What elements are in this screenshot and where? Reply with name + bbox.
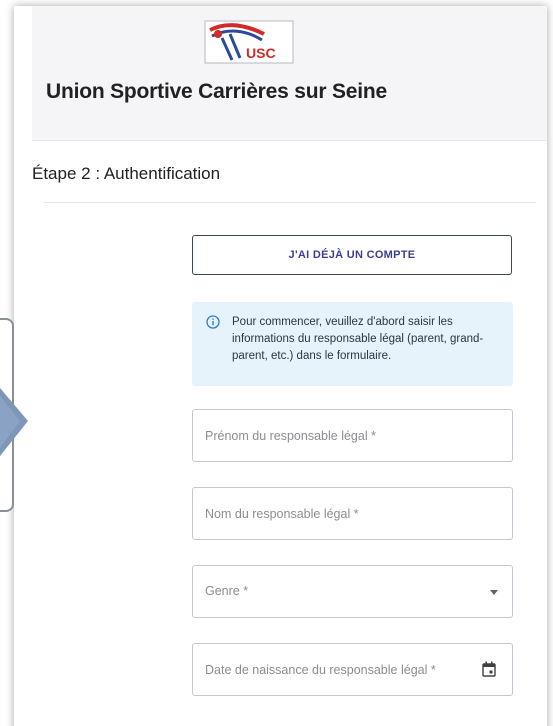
- arrow-right-icon: [0, 388, 28, 456]
- screenshot-stage: USC Union Sportive Carrières sur Seine É…: [0, 0, 553, 726]
